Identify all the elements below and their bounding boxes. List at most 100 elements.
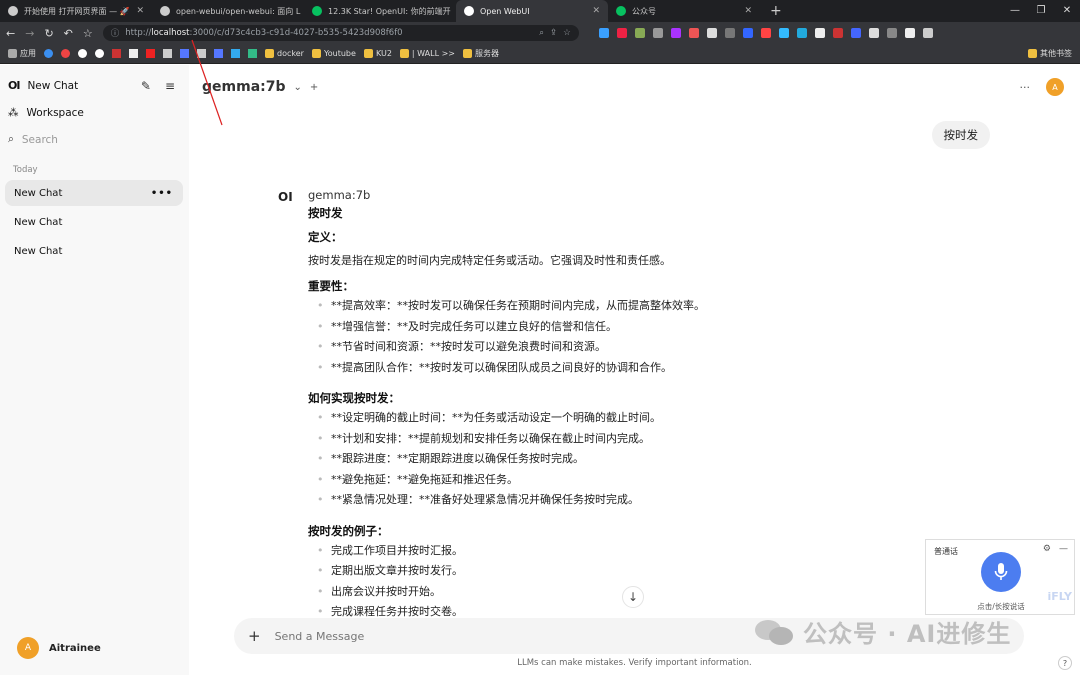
folder-icon — [462, 49, 472, 58]
list-item: **节省时间和资源：**按时发可以避免浪费时间和资源。 — [308, 337, 868, 358]
user-message: 按时发 — [931, 121, 990, 149]
ifly-logo: iFLY — [1047, 590, 1072, 603]
extension-icon[interactable] — [742, 28, 753, 38]
browser-tab-3[interactable]: 12.3K Star! OpenUI: 你的前端开✕ — [304, 0, 456, 22]
model-selector[interactable]: gemma:7b ⌄ + — [202, 79, 318, 95]
bookmark-favicon-icon[interactable] — [146, 49, 155, 58]
workspace-button[interactable]: ⁂ Workspace — [8, 107, 84, 119]
assistant-name: gemma:7b — [308, 190, 371, 202]
response-title: 按时发 — [308, 206, 343, 220]
profile-icon[interactable] — [922, 28, 933, 38]
extension-icon[interactable] — [724, 28, 735, 38]
bookmark-ku2[interactable]: KU2 — [363, 49, 392, 58]
sidebar: OI New Chat ✎ ≡ ⁂ Workspace ⌕ Search Tod… — [0, 65, 189, 675]
bookmark-favicon-icon[interactable] — [248, 49, 257, 58]
share-icon[interactable]: ⇪ — [550, 28, 557, 38]
help-button[interactable]: ? — [1058, 656, 1072, 670]
scroll-down-button[interactable]: ↓ — [622, 586, 644, 608]
microphone-button[interactable] — [981, 552, 1021, 592]
bookmark-youtube[interactable]: Youtube — [311, 49, 356, 58]
extension-icon[interactable] — [886, 28, 897, 38]
bookmark-favicon-icon[interactable] — [163, 49, 172, 58]
back-icon[interactable]: ← — [6, 27, 15, 40]
extension-icon[interactable] — [868, 28, 879, 38]
more-options-icon[interactable]: ··· — [1020, 81, 1031, 94]
new-tab-button[interactable]: + — [760, 0, 792, 22]
extension-icon[interactable] — [598, 28, 609, 38]
bookmark-favicon-icon[interactable] — [61, 49, 70, 58]
settings-icon[interactable]: ⚙ — [1043, 544, 1051, 554]
assistant-message: OI gemma:7b 按时发 定义： 按时发是指在规定的时间内完成特定任务或活… — [278, 190, 878, 620]
bookmark-server[interactable]: 服务器 — [462, 48, 499, 59]
user-menu[interactable]: A Aitrainee — [17, 637, 101, 659]
bookmark-favicon-icon[interactable] — [44, 49, 53, 58]
close-window-button[interactable]: ✕ — [1054, 0, 1080, 22]
reload-icon[interactable]: ↻ — [44, 27, 53, 40]
bookmark-other[interactable]: 其他书签 — [1028, 48, 1072, 59]
forward-icon[interactable]: → — [25, 27, 34, 40]
extensions-bar — [598, 28, 933, 38]
chevron-down-icon[interactable]: ⌄ — [294, 82, 302, 93]
zoom-icon[interactable]: ⌕ — [539, 28, 544, 38]
minimize-icon[interactable]: — — [1059, 544, 1068, 554]
avatar[interactable]: A — [1046, 78, 1064, 96]
edit-icon[interactable]: ✎ — [141, 79, 151, 93]
github-icon[interactable] — [78, 49, 87, 58]
extension-icon[interactable] — [652, 28, 663, 38]
bookmark-docker[interactable]: docker — [265, 49, 304, 58]
bookmark-favicon-icon[interactable] — [180, 49, 189, 58]
browser-tab-1[interactable]: 开始使用 打开网页界面 — 🚀 ✕ — [0, 0, 152, 22]
chat-item[interactable]: New Chat — [5, 238, 183, 264]
extension-icon[interactable] — [796, 28, 807, 38]
close-icon[interactable]: ✕ — [744, 6, 752, 16]
howto-list: **设定明确的截止时间：**为任务或活动设定一个明确的截止时间。 **计划和安排… — [308, 408, 868, 511]
github-favicon-icon — [160, 6, 170, 16]
bookmark-star-icon[interactable]: ☆ — [563, 28, 571, 38]
bookmark-wall[interactable]: | WALL >> — [399, 49, 455, 58]
chat-item-active[interactable]: New Chat ••• — [5, 180, 183, 206]
wechat-favicon-icon — [312, 6, 322, 16]
extension-icon[interactable] — [832, 28, 843, 38]
star-icon[interactable]: ☆ — [83, 27, 93, 40]
extension-icon[interactable] — [850, 28, 861, 38]
add-model-button[interactable]: + — [310, 82, 318, 93]
undo-icon[interactable]: ↶ — [64, 27, 73, 40]
extension-icon[interactable] — [778, 28, 789, 38]
assistant-avatar: OI — [278, 190, 293, 204]
extension-icon[interactable] — [634, 28, 645, 38]
chat-item[interactable]: New Chat — [5, 209, 183, 235]
tiktok-icon[interactable] — [197, 49, 206, 58]
extension-icon[interactable] — [688, 28, 699, 38]
extension-icon[interactable] — [616, 28, 627, 38]
browser-tab-2[interactable]: open-webui/open-webui: 面向 L✕ — [152, 0, 304, 22]
close-icon[interactable]: ✕ — [592, 6, 600, 16]
menu-icon[interactable]: ≡ — [165, 79, 175, 93]
new-chat-label: New Chat — [27, 79, 79, 92]
minimize-button[interactable]: — — [1002, 0, 1028, 22]
extension-icon[interactable] — [814, 28, 825, 38]
list-item: **提高效率：**按时发可以确保任务在预期时间内完成，从而提高整体效率。 — [308, 296, 868, 317]
sidebar-toggle-icon[interactable] — [904, 28, 915, 38]
extension-icon[interactable] — [670, 28, 681, 38]
x-icon[interactable] — [129, 49, 138, 58]
attach-button[interactable]: + — [248, 627, 261, 645]
extension-icon[interactable] — [760, 28, 771, 38]
bookmark-apps[interactable]: 应用 — [8, 48, 36, 59]
close-icon[interactable]: ✕ — [136, 6, 144, 16]
bookmark-favicon-icon[interactable] — [231, 49, 240, 58]
bookmark-favicon-icon[interactable] — [214, 49, 223, 58]
bookmark-favicon-icon[interactable] — [112, 49, 121, 58]
language-select[interactable]: 普通话 — [934, 546, 958, 557]
github-icon[interactable] — [95, 49, 104, 58]
address-bar[interactable]: ⓘ http://localhost:3000/c/d73c4cb3-c91d-… — [102, 25, 579, 41]
browser-tab-5[interactable]: 公众号 ✕ — [608, 0, 760, 22]
search-field[interactable]: ⌕ Search — [8, 133, 58, 146]
howto-heading: 如何实现按时发： — [308, 391, 400, 406]
disclaimer: LLMs can make mistakes. Verify important… — [517, 658, 752, 668]
browser-tab-active[interactable]: Open WebUI ✕ — [456, 0, 608, 22]
info-icon[interactable]: ⓘ — [111, 27, 120, 39]
maximize-button[interactable]: ❐ — [1028, 0, 1054, 22]
extension-icon[interactable] — [706, 28, 717, 38]
microphone-icon — [994, 563, 1008, 580]
more-options-icon[interactable]: ••• — [151, 188, 173, 199]
